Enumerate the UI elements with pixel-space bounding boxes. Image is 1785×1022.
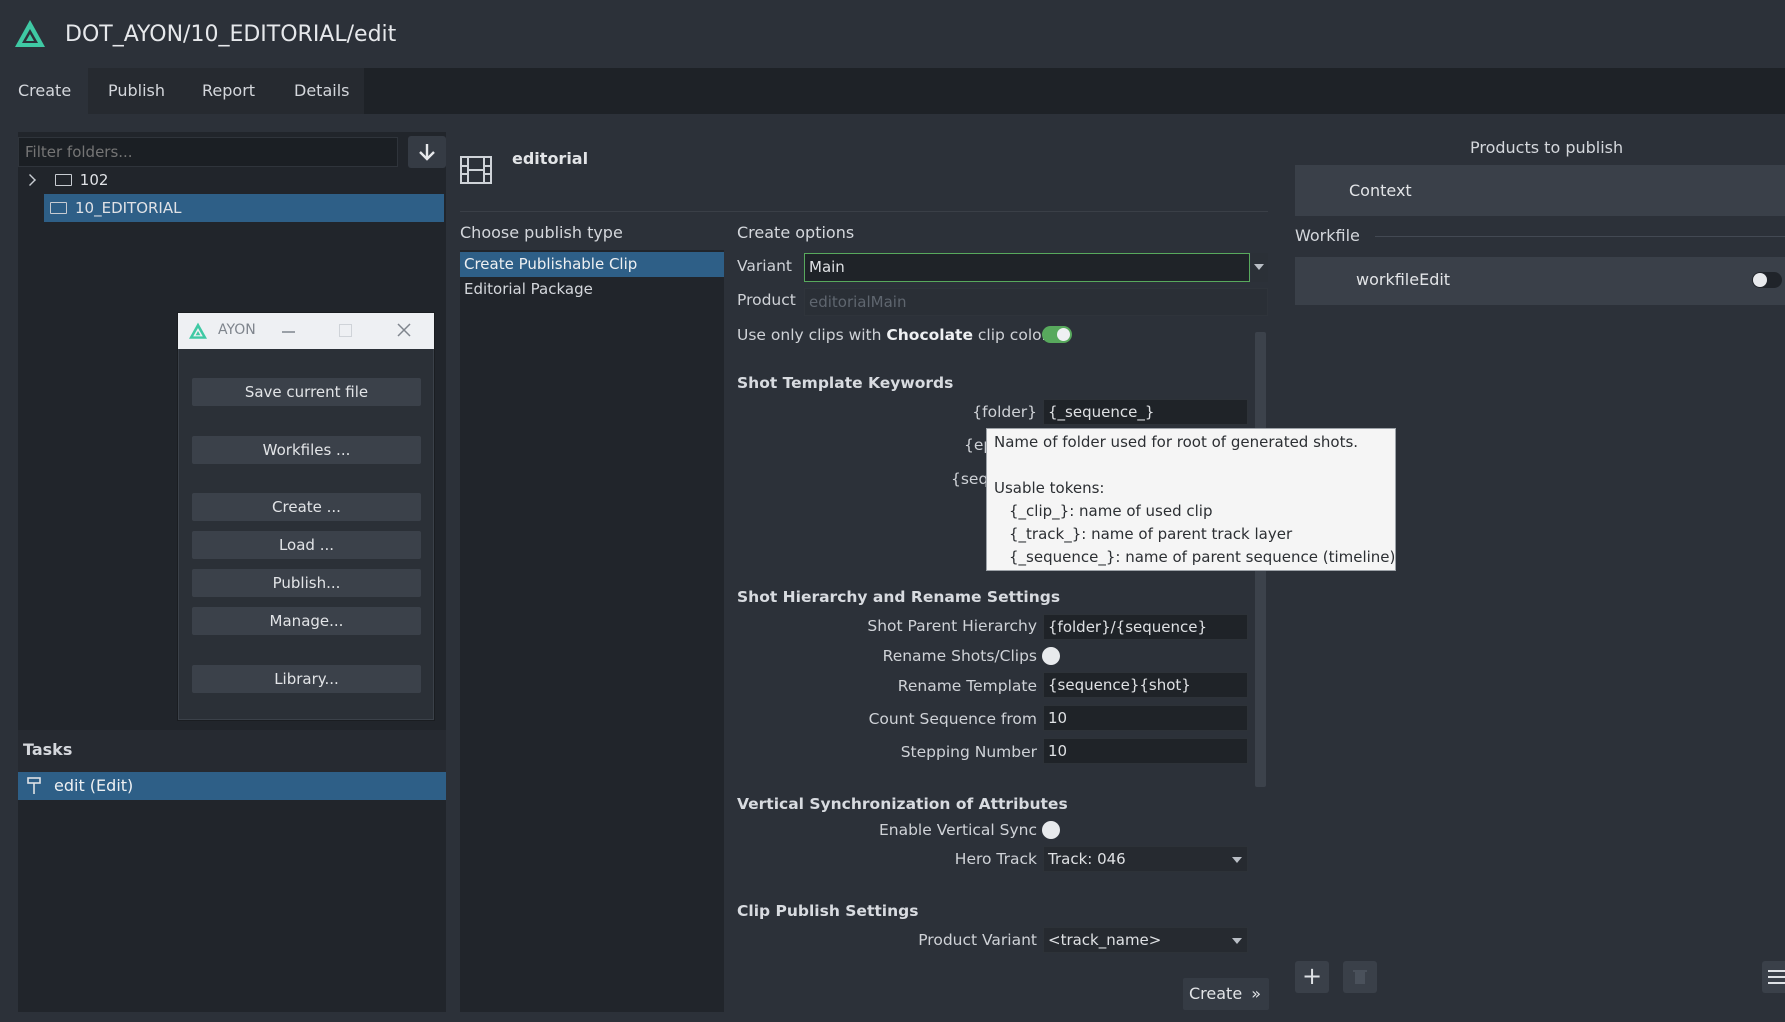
tooltip-line: Usable tokens:: [994, 479, 1105, 497]
tab-create[interactable]: Create: [0, 68, 88, 114]
variant-label: Variant: [737, 257, 792, 275]
product-label: Product: [737, 291, 796, 309]
tooltip-line: Name of folder used for root of generate…: [994, 433, 1359, 451]
manage-button[interactable]: Manage...: [192, 607, 421, 635]
publish-type-item-editorial-package[interactable]: Editorial Package: [464, 280, 593, 298]
vertical-sync-heading: Vertical Synchronization of Attributes: [737, 795, 1068, 813]
products-heading: Products to publish: [1470, 138, 1624, 157]
product-name-field: editorialMain: [804, 288, 1268, 316]
variant-input[interactable]: Main: [804, 253, 1250, 282]
tooltip-line: {_clip_}: name of used clip: [1009, 502, 1213, 520]
variant-dropdown-button[interactable]: [1251, 253, 1268, 282]
chevron-down-icon: [1254, 264, 1264, 270]
delete-product-button[interactable]: [1343, 961, 1377, 993]
tab-publish[interactable]: Publish: [88, 68, 184, 114]
create-menu-button[interactable]: Create ...: [192, 493, 421, 521]
arrow-down-icon: [419, 144, 435, 161]
shot-parent-hierarchy-label: Shot Parent Hierarchy: [867, 617, 1037, 635]
close-icon[interactable]: [397, 323, 411, 337]
ayon-logo-icon: [189, 322, 207, 339]
tasks-header: [18, 730, 446, 772]
add-product-button[interactable]: +: [1295, 961, 1329, 993]
dialog-title: AYON: [218, 322, 256, 338]
product-variant-select[interactable]: <track_name>: [1043, 927, 1248, 953]
chevron-down-icon: [1232, 938, 1242, 944]
stepping-number-input[interactable]: 10: [1043, 738, 1248, 764]
publish-type-item-publishable-clip[interactable]: Create Publishable Clip: [460, 252, 724, 277]
stepping-number-label: Stepping Number: [900, 743, 1037, 761]
menu-button[interactable]: [1762, 961, 1785, 993]
ayon-logo-icon: [15, 20, 45, 47]
context-label: Context: [1349, 181, 1412, 200]
task-label: edit (Edit): [54, 776, 134, 795]
divider: [1375, 236, 1785, 237]
library-button[interactable]: Library...: [192, 665, 421, 693]
rename-shots-toggle[interactable]: [1042, 647, 1060, 665]
chocolate-clip-toggle[interactable]: [1042, 326, 1072, 343]
hamburger-menu-icon: [1768, 970, 1785, 984]
rename-shots-label: Rename Shots/Clips: [882, 647, 1037, 665]
load-button[interactable]: Load ...: [192, 531, 421, 559]
rename-template-input[interactable]: {sequence}{shot}: [1043, 672, 1248, 698]
folder-keyword-input[interactable]: {_sequence_}: [1043, 399, 1248, 425]
enable-vertical-sync-toggle[interactable]: [1042, 821, 1060, 839]
publish-type-heading: Choose publish type: [460, 223, 623, 242]
task-icon: [27, 777, 41, 794]
tooltip-line: {_track_}: name of parent track layer: [1009, 525, 1293, 543]
create-options-heading: Create options: [737, 223, 855, 242]
folder-label: 10_EDITORIAL: [75, 199, 182, 217]
folder-icon: [54, 174, 72, 186]
film-icon: [460, 156, 492, 184]
product-variant-label: Product Variant: [918, 931, 1037, 949]
folder-keyword-label: {folder}: [972, 403, 1037, 421]
window-title: DOT_AYON/10_EDITORIAL/edit: [65, 22, 397, 47]
create-button-label: Create: [1189, 984, 1243, 1003]
workfiles-button[interactable]: Workfiles ...: [192, 436, 421, 464]
shot-hierarchy-heading: Shot Hierarchy and Rename Settings: [737, 588, 1061, 606]
trash-icon: [1353, 970, 1367, 984]
folder-label: 102: [79, 171, 109, 189]
create-button[interactable]: Create »: [1183, 978, 1269, 1010]
creator-name: editorial: [512, 149, 589, 168]
save-current-file-button[interactable]: Save current file: [192, 378, 421, 406]
plus-icon: +: [1301, 962, 1323, 990]
rename-template-label: Rename Template: [897, 677, 1037, 695]
folder-row-102[interactable]: 102: [24, 166, 444, 194]
count-sequence-label: Count Sequence from: [868, 710, 1037, 728]
workfile-group-heading: Workfile: [1295, 226, 1360, 245]
divider: [460, 211, 1268, 212]
publish-button[interactable]: Publish...: [192, 569, 421, 597]
tasks-heading: Tasks: [23, 740, 73, 759]
sequence-keyword-label: {seq: [951, 470, 989, 488]
tooltip-line: {_sequence_}: name of parent sequence (t…: [1009, 548, 1396, 566]
enable-vertical-sync-label: Enable Vertical Sync: [878, 821, 1037, 839]
shot-parent-hierarchy-input[interactable]: {folder}/{sequence}: [1043, 614, 1248, 640]
maximize-icon[interactable]: [339, 324, 352, 337]
tab-details[interactable]: Details: [274, 68, 364, 114]
task-row-edit[interactable]: edit (Edit): [18, 772, 446, 800]
shot-template-heading: Shot Template Keywords: [737, 374, 954, 392]
tab-report[interactable]: Report: [184, 68, 274, 114]
hero-track-label: Hero Track: [954, 850, 1037, 868]
hero-track-select[interactable]: Track: 046: [1043, 846, 1248, 872]
publish-type-list: [460, 250, 724, 1012]
folder-row-10-editorial[interactable]: 10_EDITORIAL: [44, 194, 444, 222]
count-sequence-input[interactable]: 10: [1043, 705, 1248, 731]
filter-folders-input[interactable]: [18, 137, 398, 167]
chocolate-clip-label: Use only clips with Chocolate clip color: [737, 326, 1048, 344]
filter-menu-button[interactable]: [408, 136, 446, 168]
chevron-right-icon[interactable]: [24, 174, 36, 186]
double-chevron-right-icon: »: [1251, 984, 1262, 1003]
chevron-down-icon: [1232, 857, 1242, 863]
workfile-item-label: workfileEdit: [1356, 270, 1451, 289]
folder-icon: [50, 202, 67, 214]
minimize-icon[interactable]: [282, 331, 295, 333]
dialog-title-bar: [178, 313, 434, 349]
clip-publish-heading: Clip Publish Settings: [737, 902, 919, 920]
toggle-knob: [1753, 273, 1767, 287]
